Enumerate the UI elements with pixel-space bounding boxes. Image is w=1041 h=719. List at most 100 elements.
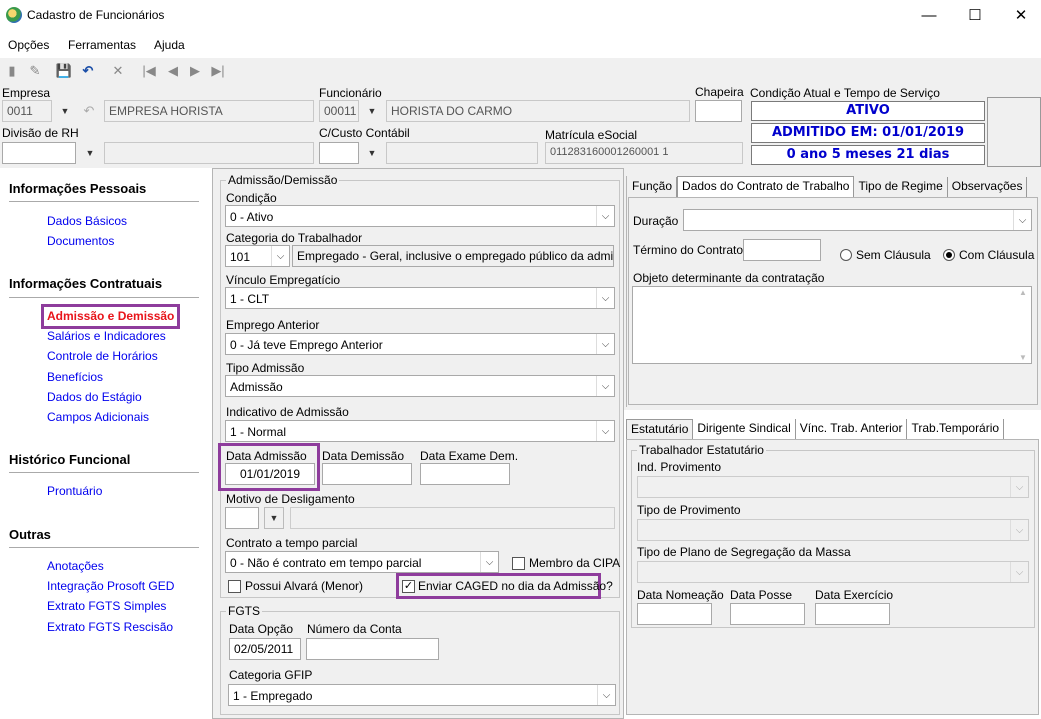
minimize-icon[interactable]: — bbox=[906, 0, 952, 30]
previous-record-icon[interactable]: ◀ bbox=[164, 62, 182, 80]
numero-conta-input[interactable] bbox=[306, 638, 439, 660]
condicao-label: Condição bbox=[226, 191, 277, 205]
data-demissao-input[interactable] bbox=[322, 463, 412, 485]
data-admissao-input[interactable]: 01/01/2019 bbox=[225, 463, 315, 485]
custo-dropdown-icon[interactable]: ▼ bbox=[362, 142, 382, 164]
com-clausula-radio[interactable]: Com Cláusula bbox=[943, 248, 1034, 262]
vinculo-select[interactable]: 1 - CLT ⌵ bbox=[225, 287, 615, 309]
checkmark-icon[interactable]: ✓ bbox=[402, 579, 415, 593]
data-exercicio-input[interactable] bbox=[815, 603, 890, 625]
emprego-select[interactable]: 0 - Já teve Emprego Anterior ⌵ bbox=[225, 333, 615, 355]
tab-trab-temporario[interactable]: Trab.Temporário bbox=[907, 419, 1005, 439]
indicativo-select[interactable]: 1 - Normal ⌵ bbox=[225, 420, 615, 442]
categoria-desc-field: Empregado - Geral, inclusive o empregado… bbox=[292, 245, 614, 267]
scrollbar[interactable]: ▲ ▼ bbox=[1016, 288, 1030, 362]
delete-icon[interactable]: ✕ bbox=[109, 62, 127, 80]
sidebar-item-admissao-demissao[interactable]: Admissão e Demissão bbox=[47, 309, 174, 323]
empresa-dropdown-icon[interactable]: ▼ bbox=[55, 100, 75, 122]
categoria-gfip-select[interactable]: 1 - Empregado ⌵ bbox=[228, 684, 616, 706]
sidebar-item-horarios[interactable]: Controle de Horários bbox=[47, 349, 158, 363]
condicao-select[interactable]: 0 - Ativo ⌵ bbox=[225, 205, 615, 227]
edit-icon[interactable]: ✎ bbox=[26, 62, 44, 80]
scroll-up-icon[interactable]: ▲ bbox=[1019, 288, 1027, 297]
chevron-down-icon: ⌵ bbox=[596, 376, 614, 396]
chevron-down-icon: ⌵ bbox=[1013, 210, 1031, 230]
undo-icon[interactable]: ↶ bbox=[79, 62, 97, 80]
tab-tipo-regime[interactable]: Tipo de Regime bbox=[854, 177, 948, 197]
data-opcao-input[interactable]: 02/05/2011 bbox=[229, 638, 301, 660]
tab-funcao[interactable]: Função bbox=[628, 177, 678, 197]
sidebar-section-outras: Outras bbox=[9, 527, 51, 542]
tipo-provimento-select[interactable]: ⌵ bbox=[637, 519, 1029, 541]
divisao-dropdown-icon[interactable]: ▼ bbox=[80, 142, 100, 164]
tab-vinc-trab-anterior[interactable]: Vínc. Trab. Anterior bbox=[796, 419, 908, 439]
first-record-icon[interactable]: |◀ bbox=[140, 62, 158, 80]
funcionario-code-input[interactable]: 00011 bbox=[319, 100, 359, 122]
sidebar-item-anotacoes[interactable]: Anotações bbox=[47, 559, 104, 573]
data-nomeacao-input[interactable] bbox=[637, 603, 712, 625]
funcionario-dropdown-icon[interactable]: ▼ bbox=[362, 100, 382, 122]
radio-button-selected[interactable] bbox=[943, 249, 955, 261]
sidebar-item-fgts-simples[interactable]: Extrato FGTS Simples bbox=[47, 599, 166, 613]
data-posse-label: Data Posse bbox=[730, 588, 793, 602]
sidebar-item-prontuario[interactable]: Prontuário bbox=[47, 484, 102, 498]
menu-opcoes[interactable]: Opções bbox=[8, 38, 49, 52]
sem-clausula-radio[interactable]: Sem Cláusula bbox=[840, 248, 931, 262]
checkbox-box[interactable] bbox=[228, 579, 241, 593]
sidebar-item-salarios[interactable]: Salários e Indicadores bbox=[47, 329, 166, 343]
radio-button[interactable] bbox=[840, 249, 852, 261]
tab-dados-contrato[interactable]: Dados do Contrato de Trabalho bbox=[677, 176, 855, 198]
maximize-icon[interactable]: ☐ bbox=[952, 0, 998, 30]
tab-observacoes[interactable]: Observações bbox=[948, 177, 1028, 197]
next-record-icon[interactable]: ▶ bbox=[186, 62, 204, 80]
membro-cipa-checkbox[interactable]: Membro da CIPA bbox=[512, 556, 620, 570]
data-exame-input[interactable] bbox=[420, 463, 510, 485]
alvara-checkbox[interactable]: Possui Alvará (Menor) bbox=[228, 579, 363, 593]
termino-input[interactable] bbox=[743, 239, 821, 261]
close-icon[interactable]: ✕ bbox=[998, 0, 1041, 30]
title-bar: Cadastro de Funcionários — ☐ ✕ bbox=[0, 0, 1041, 30]
refresh-icon[interactable]: ↶ bbox=[80, 102, 98, 120]
data-posse-input[interactable] bbox=[730, 603, 805, 625]
checkbox-box[interactable] bbox=[512, 556, 525, 570]
empresa-code-input[interactable]: 0011 bbox=[2, 100, 52, 122]
tipo-admissao-value: Admissão bbox=[230, 380, 283, 394]
divisao-input[interactable] bbox=[2, 142, 76, 164]
categoria-label: Categoria do Trabalhador bbox=[226, 231, 363, 245]
custo-input[interactable] bbox=[319, 142, 359, 164]
save-icon[interactable]: 💾 bbox=[55, 62, 73, 80]
emprego-label: Emprego Anterior bbox=[226, 318, 320, 332]
ind-provimento-select[interactable]: ⌵ bbox=[637, 476, 1029, 498]
menu-ferramentas[interactable]: Ferramentas bbox=[68, 38, 136, 52]
caged-checkbox[interactable]: ✓ Enviar CAGED no dia da Admissão? bbox=[402, 579, 613, 593]
contrato-parcial-value: 0 - Não é contrato em tempo parcial bbox=[230, 556, 422, 570]
sidebar-item-estagio[interactable]: Dados do Estágio bbox=[47, 390, 142, 404]
sidebar-item-beneficios[interactable]: Benefícios bbox=[47, 370, 103, 384]
sidebar-item-campos-adicionais[interactable]: Campos Adicionais bbox=[47, 410, 149, 424]
plano-segregacao-label: Tipo de Plano de Segregação da Massa bbox=[637, 545, 851, 559]
sidebar-item-fgts-rescisao[interactable]: Extrato FGTS Rescisão bbox=[47, 620, 173, 634]
sidebar-item-documentos[interactable]: Documentos bbox=[47, 234, 114, 248]
sidebar-item-ged[interactable]: Integração Prosoft GED bbox=[47, 579, 174, 593]
menu-ajuda[interactable]: Ajuda bbox=[154, 38, 185, 52]
sidebar-section-contratuais: Informações Contratuais bbox=[9, 276, 163, 291]
tab-estatutario[interactable]: Estatutário bbox=[626, 419, 694, 439]
sidebar-item-dados-basicos[interactable]: Dados Básicos bbox=[47, 214, 127, 228]
motivo-dropdown-icon[interactable]: ▼ bbox=[264, 507, 284, 529]
chevron-down-icon: ⌵ bbox=[271, 246, 289, 266]
categoria-code-select[interactable]: 101 ⌵ bbox=[225, 245, 290, 267]
last-record-icon[interactable]: ▶| bbox=[209, 62, 227, 80]
chapeira-input[interactable] bbox=[695, 100, 742, 122]
motivo-code-input[interactable] bbox=[225, 507, 259, 529]
scroll-down-icon[interactable]: ▼ bbox=[1019, 353, 1027, 362]
chevron-down-icon: ⌵ bbox=[597, 685, 615, 705]
tab-dirigente-sindical[interactable]: Dirigente Sindical bbox=[693, 419, 796, 439]
photo-box[interactable] bbox=[987, 97, 1041, 167]
objeto-textarea[interactable] bbox=[632, 286, 1032, 364]
tipo-admissao-select[interactable]: Admissão ⌵ bbox=[225, 375, 615, 397]
duracao-select[interactable]: ⌵ bbox=[683, 209, 1032, 231]
contrato-parcial-select[interactable]: 0 - Não é contrato em tempo parcial ⌵ bbox=[225, 551, 499, 573]
vinculo-value: 1 - CLT bbox=[230, 292, 270, 306]
plano-segregacao-select[interactable]: ⌵ bbox=[637, 561, 1029, 583]
new-document-icon[interactable]: ▮ bbox=[3, 62, 21, 80]
